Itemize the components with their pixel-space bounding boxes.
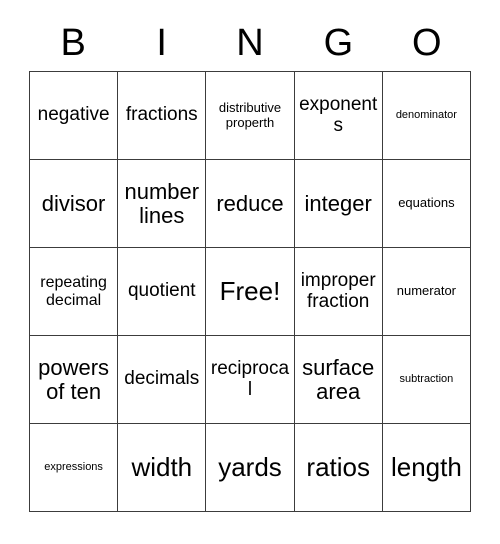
bingo-cell[interactable]: repeating decimal [30,248,119,336]
bingo-header-row: B I N G O [29,18,471,68]
bingo-cell-label: integer [304,190,372,216]
bingo-cell[interactable]: denominator [382,72,471,160]
bingo-cell-label: distributive properth [218,100,282,130]
bingo-cell[interactable]: integer [294,160,383,248]
bingo-cell-label: powers of ten [38,354,110,404]
bingo-cell[interactable]: width [118,424,207,512]
bingo-cell[interactable]: exponents [294,72,383,160]
bingo-cell[interactable]: number lines [118,160,207,248]
bingo-cell-label: divisor [41,190,106,216]
bingo-cell[interactable]: length [382,424,471,512]
bingo-cell-label: reciprocal [210,357,290,400]
bingo-cell[interactable]: surface area [294,336,383,424]
bingo-header-letter-b: B [60,22,86,64]
bingo-cell[interactable]: subtraction [382,336,471,424]
bingo-cell-label: length [390,452,462,483]
bingo-cell[interactable]: equations [382,160,471,248]
bingo-cell-free[interactable]: Free! [206,248,295,336]
bingo-cell-label: reduce [216,190,284,216]
bingo-cell-label: fractions [125,104,198,126]
bingo-header-letter-n: N [236,22,264,64]
bingo-cell-label: exponents [299,93,378,136]
bingo-cell-label: yards [218,452,282,483]
bingo-cell[interactable]: reciprocal [206,336,295,424]
bingo-cell-label: subtraction [399,372,454,385]
bingo-cell[interactable]: improper fraction [294,248,383,336]
bingo-cell[interactable]: negative [30,72,119,160]
bingo-cell-label: improper fraction [300,269,376,312]
bingo-cell-label: denominator [395,108,457,121]
bingo-cell-label: number lines [124,178,200,228]
bingo-cell-label: decimals [124,368,200,390]
bingo-header-letter-g: G [323,22,354,64]
bingo-cell[interactable]: reduce [206,160,295,248]
bingo-cell[interactable]: quotient [118,248,207,336]
bingo-cell-label: expressions [44,460,103,473]
bingo-cell[interactable]: yards [206,424,295,512]
bingo-cell-label: repeating decimal [40,274,107,309]
bingo-card: B I N G O negative fractions distributiv… [0,0,500,544]
bingo-cell[interactable]: decimals [118,336,207,424]
bingo-cell[interactable]: ratios [294,424,383,512]
bingo-cell[interactable]: distributive properth [206,72,295,160]
bingo-cell-label: negative [37,104,110,126]
bingo-grid: negative fractions distributive properth… [29,71,471,512]
bingo-cell[interactable]: powers of ten [30,336,119,424]
bingo-cell[interactable]: divisor [30,160,119,248]
bingo-cell-label: ratios [306,452,370,483]
bingo-cell-label: numerator [396,283,457,299]
bingo-cell-label: equations [398,195,455,211]
bingo-header-letter-i: I [156,22,167,64]
bingo-cell[interactable]: expressions [30,424,119,512]
bingo-cell-label: Free! [219,276,281,307]
bingo-cell-label: surface area [302,354,375,404]
bingo-cell[interactable]: fractions [118,72,207,160]
bingo-cell-label: width [131,452,193,483]
bingo-cell-label: quotient [127,280,196,302]
bingo-header-letter-o: O [412,22,442,64]
bingo-cell[interactable]: numerator [382,248,471,336]
